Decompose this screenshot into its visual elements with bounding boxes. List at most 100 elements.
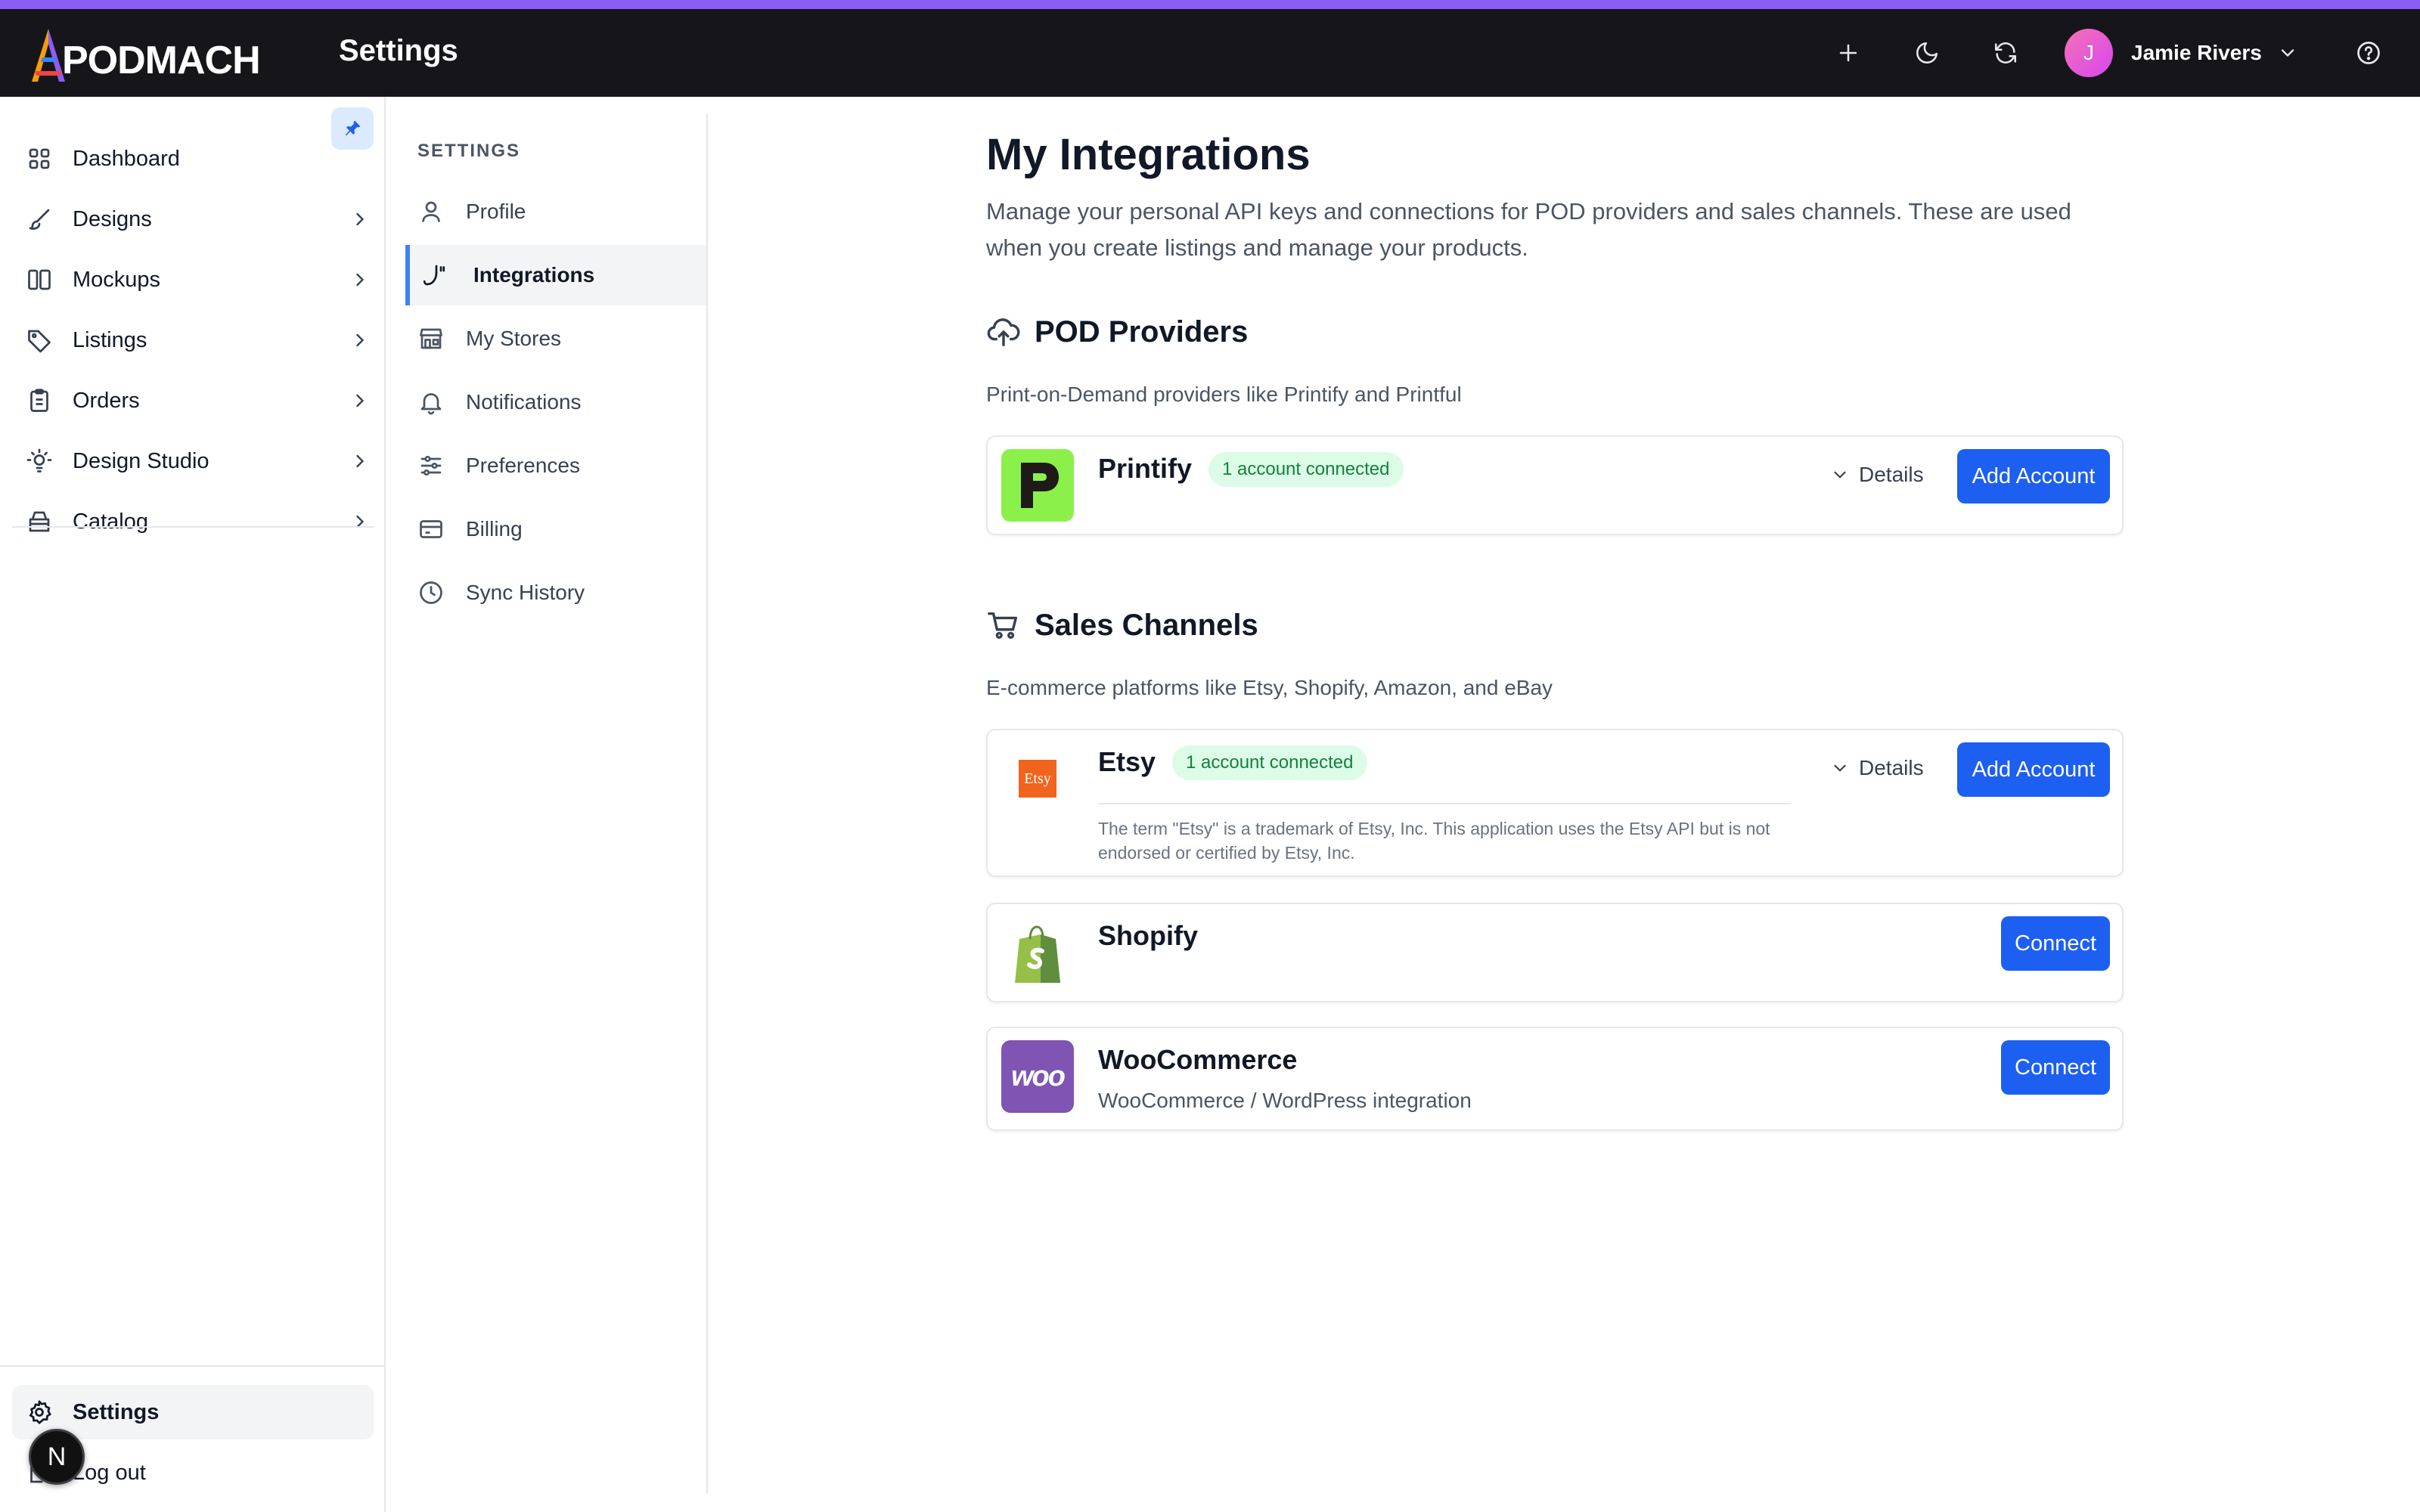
logo-text: PODMACH (62, 39, 261, 82)
details-toggle-button[interactable]: Details (1830, 751, 1924, 785)
user-name: Jamie Rivers (2131, 41, 2262, 64)
integration-card-shopify: Shopify Connect (986, 903, 2124, 1002)
sliders-icon (420, 455, 442, 476)
plus-icon (1839, 44, 1857, 62)
pin-sidebar-button[interactable] (331, 107, 374, 150)
user-icon (422, 201, 440, 222)
user-menu[interactable]: J Jamie Rivers (2065, 23, 2298, 83)
sidebar-item-listings[interactable]: Listings (12, 313, 374, 367)
subnav-item-my-stores[interactable]: My Stores (405, 308, 706, 369)
gear-icon (29, 1400, 51, 1424)
sidebar-item-label: Orders (73, 388, 140, 413)
sidebar-item-label: Design Studio (73, 448, 209, 473)
chevron-down-icon (1834, 764, 1846, 772)
subnav-title: SETTINGS (417, 141, 521, 161)
subnav-item-label: Profile (466, 200, 526, 223)
avatar: J (2065, 29, 2113, 77)
brush-icon (29, 209, 50, 230)
details-label: Details (1859, 463, 1924, 486)
chevron-right-icon (356, 454, 365, 468)
sidebar-item-orders[interactable]: Orders (12, 373, 374, 428)
add-account-button[interactable]: Add Account (1957, 742, 2110, 797)
integration-name: Shopify (1098, 920, 1198, 951)
bell-icon (420, 393, 442, 415)
status-badge: 1 account connected (1172, 745, 1367, 780)
sidebar-item-label: Dashboard (73, 146, 180, 171)
subnav-item-preferences[interactable]: Preferences (405, 435, 706, 496)
subnav-item-sync-history[interactable]: Sync History (405, 562, 706, 623)
printify-logo (1001, 449, 1074, 522)
etsy-logo: Etsy (1001, 742, 1074, 815)
chevron-down-icon (1834, 471, 1846, 479)
sidebar-item-label: Settings (73, 1399, 160, 1424)
chevron-right-icon (356, 515, 365, 528)
card-divider (1098, 803, 1791, 804)
connect-button[interactable]: Connect (2001, 916, 2110, 971)
connect-button[interactable]: Connect (2001, 1040, 2110, 1095)
chevron-down-icon (2281, 49, 2294, 57)
sidebar-item-dashboard[interactable]: Dashboard (12, 132, 374, 186)
trademark-disclaimer: The term "Etsy" is a trademark of Etsy, … (1098, 819, 1770, 863)
subnav-item-label: Integrations (473, 263, 595, 287)
lightbulb-icon (26, 448, 52, 472)
cart-icon (988, 612, 1018, 640)
subnav-item-label: Billing (466, 517, 523, 541)
app-logo[interactable]: PODMACH (27, 26, 261, 83)
bag-icon (29, 511, 50, 532)
store-icon (420, 328, 442, 349)
chevron-right-icon (356, 273, 365, 287)
status-badge: 1 account connected (1208, 452, 1404, 487)
sidebar-item-catalog[interactable]: Catalog (12, 494, 374, 549)
woocommerce-logo: woo (1001, 1040, 1074, 1113)
main-title: My Integrations (986, 130, 1311, 179)
pin-icon (345, 120, 361, 136)
sidebar-item-label: Listings (73, 327, 147, 352)
clipboard-icon (30, 389, 48, 412)
add-button[interactable] (1824, 29, 1872, 77)
integration-card-printify: Printify 1 account connected Details Add… (986, 435, 2124, 535)
sales-channels-heading: Sales Channels (986, 608, 1258, 643)
floating-action-button[interactable]: N (29, 1429, 85, 1485)
sidebar-item-label: Designs (73, 206, 152, 231)
chevron-right-icon (356, 333, 365, 347)
etsy-logo-mark: Etsy (1019, 760, 1056, 798)
help-button[interactable] (2344, 29, 2393, 77)
theme-toggle-button[interactable] (1903, 29, 1951, 77)
grid-icon (29, 148, 50, 169)
section-subtitle: Print-on-Demand providers like Printify … (986, 383, 1462, 406)
details-toggle-button[interactable]: Details (1830, 458, 1924, 491)
top-bar: PODMACH Settings J Jamie Rivers (0, 9, 2420, 97)
subnav-item-label: Sync History (466, 581, 585, 604)
integration-name: WooCommerce (1098, 1044, 1298, 1075)
integration-subtitle: WooCommerce / WordPress integration (1098, 1089, 1472, 1112)
columns-icon (28, 269, 51, 290)
shopify-logo (1001, 916, 1074, 989)
main-description: Manage your personal API keys and connec… (986, 198, 2071, 261)
woocommerce-logo-text: woo (1011, 1060, 1066, 1092)
sidebar-item-mockups[interactable]: Mockups (12, 253, 374, 307)
subnav-item-profile[interactable]: Profile (405, 181, 706, 242)
integration-card-woocommerce: woo WooCommerce WooCommerce / WordPress … (986, 1027, 2124, 1131)
refresh-icon (1994, 42, 2017, 64)
subnav-item-billing[interactable]: Billing (405, 499, 706, 559)
subnav-item-integrations[interactable]: Integrations (405, 245, 706, 305)
credit-card-icon (420, 520, 442, 538)
integration-name: Printify (1098, 453, 1193, 484)
subnav-item-notifications[interactable]: Notifications (405, 372, 706, 432)
sidebar-item-label: Catalog (73, 509, 148, 534)
sidebar-item-design-studio[interactable]: Design Studio (12, 434, 374, 488)
sidebar-item-designs[interactable]: Designs (12, 192, 374, 246)
settings-subnav: SETTINGS Profile Integrations My Stores … (405, 113, 708, 1494)
integration-name: Etsy (1098, 746, 1156, 777)
moon-icon (1916, 42, 1938, 64)
add-account-button[interactable]: Add Account (1957, 449, 2110, 503)
pod-providers-heading: POD Providers (986, 314, 1248, 349)
integration-card-etsy: Etsy Etsy 1 account connected Details Ad… (986, 729, 2124, 877)
page-title: Settings (339, 34, 458, 67)
subnav-item-label: My Stores (466, 327, 562, 350)
sync-button[interactable] (1981, 29, 2030, 77)
section-subtitle: E-commerce platforms like Etsy, Shopify,… (986, 676, 1553, 699)
cloud-upload-icon (987, 318, 1020, 346)
chevron-right-icon (356, 394, 365, 407)
shopify-bag-icon (1015, 925, 1060, 983)
